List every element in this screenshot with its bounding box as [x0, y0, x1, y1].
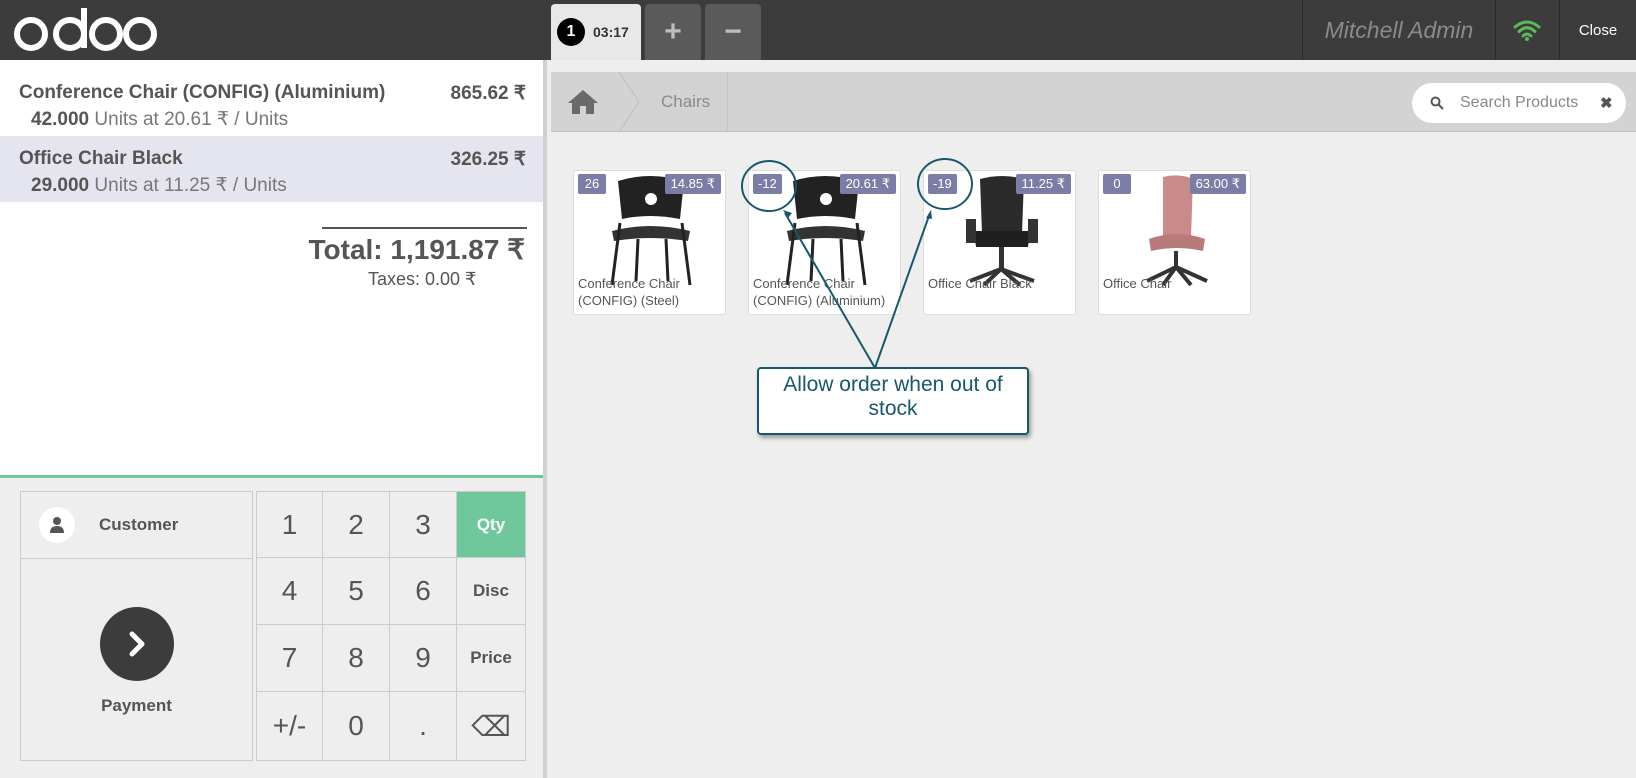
order-line[interactable]: Conference Chair (CONFIG) (Aluminium) 86… [0, 70, 543, 136]
stock-badge: 26 [578, 174, 606, 194]
order-time: 03:17 [593, 24, 629, 40]
total-divider [322, 227, 527, 229]
order-line-selected[interactable]: Office Chair Black 326.25 ₹ 29.000 Units… [0, 136, 543, 202]
home-icon[interactable] [566, 88, 600, 116]
numpad-key-6[interactable]: 6 [390, 558, 457, 625]
customer-label: Customer [99, 515, 179, 534]
numpad-key-1[interactable]: 1 [256, 491, 323, 558]
price-mode-button[interactable]: Price [457, 625, 526, 692]
numpad-key-2[interactable]: 2 [323, 491, 390, 558]
product-name: Office Chair [1103, 276, 1172, 291]
numpad-key-decimal[interactable]: . [390, 692, 457, 761]
price-tag: 20.61 ₹ [839, 174, 896, 194]
order-tab[interactable]: 1 03:17 [551, 4, 641, 60]
user-icon [39, 507, 75, 543]
product-card[interactable]: 0 63.00 ₹ Office Chair [1098, 170, 1251, 315]
numpad-key-9[interactable]: 9 [390, 625, 457, 692]
control-pad: Customer Payment 1 2 3 Qty 4 5 6 Disc 7 … [0, 475, 543, 778]
backspace-icon[interactable]: ⌫ [457, 692, 526, 761]
annotation-callout: Allow order when out of stock [757, 367, 1029, 435]
product-name: Conference Chair (CONFIG) (Aluminium) [753, 276, 886, 308]
product-card[interactable]: -12 20.61 ₹ Conference Chair (CONFIG) (A… [748, 170, 901, 315]
stock-badge: 0 [1103, 174, 1131, 194]
numpad-key-7[interactable]: 7 [256, 625, 323, 692]
price-tag: 63.00 ₹ [1189, 174, 1246, 194]
numpad-key-0[interactable]: 0 [323, 692, 390, 761]
chevron-right-icon [100, 607, 174, 681]
product-card[interactable]: -19 11.25 ₹ Office Chair Black [923, 170, 1076, 315]
product-name: Office Chair Black [928, 276, 1032, 291]
numpad-key-4[interactable]: 4 [256, 558, 323, 625]
product-card[interactable]: 26 14.85 ₹ Conference Chair (CONFIG) (St… [573, 170, 726, 315]
order-line-qty: 29.000 [31, 175, 90, 196]
numpad: 1 2 3 Qty 4 5 6 Disc 7 8 9 Price +/- 0 .… [256, 491, 526, 761]
search-input[interactable]: Search Products [1460, 94, 1590, 112]
order-line-info: 42.000 Units at 20.61 ₹ / Units [31, 108, 524, 131]
order-line-price: 326.25 ₹ [450, 149, 526, 170]
price-tag: 11.25 ₹ [1015, 174, 1071, 194]
product-name: Conference Chair (CONFIG) (Steel) [578, 276, 680, 308]
numpad-key-5[interactable]: 5 [323, 558, 390, 625]
order-number: 1 [557, 18, 585, 46]
odoo-logo [14, 8, 157, 51]
search-icon [1430, 96, 1444, 110]
numpad-key-8[interactable]: 8 [323, 625, 390, 692]
divider [727, 72, 728, 132]
order-line-qty: 42.000 [31, 109, 90, 130]
stock-badge: -19 [928, 174, 957, 194]
order-line-info: 29.000 Units at 11.25 ₹ / Units [31, 174, 524, 197]
price-tag: 14.85 ₹ [664, 174, 721, 194]
order-total: Total: 1,191.87 ₹ [308, 234, 526, 265]
order-line-price: 865.62 ₹ [450, 83, 526, 104]
customer-button[interactable]: Customer [20, 491, 253, 559]
close-button[interactable]: Close [1560, 0, 1636, 60]
divider [1302, 0, 1303, 60]
order-line-unit-info: Units at 20.61 ₹ / Units [94, 109, 289, 130]
breadcrumb-category[interactable]: Chairs [661, 72, 710, 132]
payment-button[interactable]: Payment [20, 559, 253, 761]
user-name[interactable]: Mitchell Admin [1304, 0, 1494, 60]
numpad-key-plus-minus[interactable]: +/- [256, 692, 323, 761]
order-line-unit-info: Units at 11.25 ₹ / Units [94, 175, 287, 196]
breadcrumb-separator [619, 72, 640, 132]
disc-mode-button[interactable]: Disc [457, 558, 526, 625]
order-line-product: Conference Chair (CONFIG) (Aluminium) [19, 82, 386, 103]
order-line-product: Office Chair Black [19, 148, 183, 169]
remove-order-button[interactable]: − [705, 4, 761, 60]
stock-badge: -12 [753, 174, 782, 194]
search-box[interactable]: Search Products ✖ [1412, 83, 1626, 123]
order-taxes: Taxes: 0.00 ₹ [368, 269, 477, 289]
top-bar: 1 03:17 + − Mitchell Admin Close [0, 0, 1636, 60]
numpad-key-3[interactable]: 3 [390, 491, 457, 558]
breadcrumb: Chairs Search Products ✖ [551, 72, 1636, 132]
wifi-icon[interactable] [1496, 0, 1558, 60]
add-order-button[interactable]: + [645, 4, 701, 60]
qty-mode-button[interactable]: Qty [457, 491, 526, 558]
close-icon[interactable]: ✖ [1600, 94, 1613, 112]
payment-label: Payment [101, 696, 172, 715]
